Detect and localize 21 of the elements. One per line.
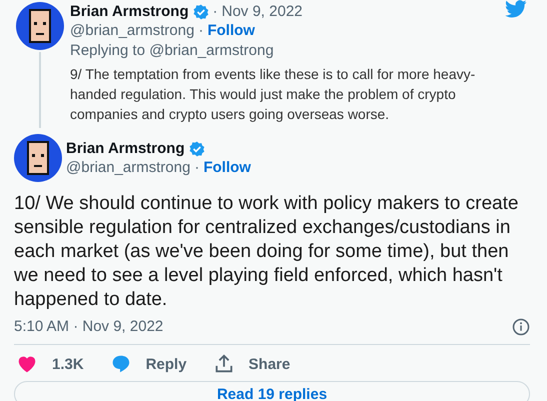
author-handle: @brian_armstrong [66, 158, 190, 177]
follow-link[interactable]: Follow [207, 21, 255, 40]
separator-dot: · [212, 2, 218, 21]
separator-dot: · [194, 158, 200, 177]
tweet-timestamp[interactable]: 5:10 AM · Nov 9, 2022 [14, 318, 164, 336]
author-handle: @brian_armstrong [70, 21, 194, 40]
separator-dot: · [198, 21, 204, 40]
share-button[interactable]: Share [210, 351, 292, 377]
avatar-icon [14, 134, 62, 182]
bird-logo-icon [505, 0, 527, 18]
replying-to-text: Replying to @brian_armstrong [70, 41, 275, 60]
avatar-icon [16, 2, 64, 50]
author-name: Brian Armstrong [70, 2, 189, 21]
info-icon [512, 318, 530, 336]
follow-link[interactable]: Follow [203, 158, 251, 177]
reply-button[interactable]: Reply [108, 351, 189, 377]
tweet-text: 10/ We should continue to work with policy makers to create sensible regulation for centralized exchanges/custodians in each market (as we've been doing for some time), but then we need to see a level playing field enforced, which hasn't happened to date. [14, 192, 520, 312]
tweet-text: 9/ The temptation from events like these is to call for more heavy-handed regulation. This would just make the problem of crypto companies and crypto users going overseas worse. [70, 65, 476, 124]
tweet-date: Nov 9, 2022 [222, 2, 303, 21]
author-name: Brian Armstrong [66, 139, 185, 158]
like-button[interactable]: 1.3K [14, 351, 86, 377]
